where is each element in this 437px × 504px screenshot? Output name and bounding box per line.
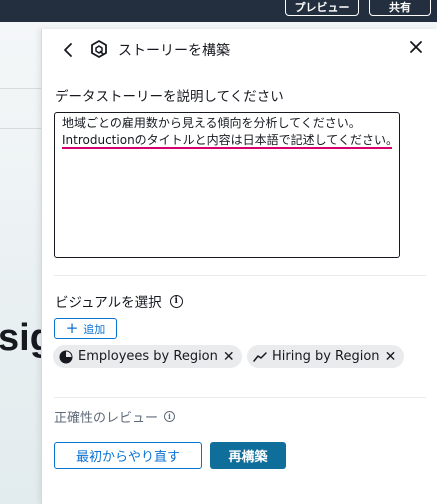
visual-chip-label: Employees by Region [78,349,218,364]
build-story-panel: ストーリーを構築 データストーリーを説明してください 地域ごとの雇用数から見える… [41,29,437,504]
remove-visual-icon[interactable]: ✕ [223,349,235,365]
top-bar: プレビュー 共有 [0,0,437,22]
add-visual-label: 追加 [83,322,106,336]
story-prompt-textarea[interactable]: 地域ごとの雇用数から見える傾向を分析してください。 Introductionのタ… [54,112,400,258]
panel-title: ストーリーを構築 [118,43,230,59]
remove-visual-icon[interactable]: ✕ [385,349,397,365]
close-button[interactable] [406,38,426,60]
visual-chip-label: Hiring by Region [272,349,380,364]
line-chart-icon [253,351,267,362]
section-divider [54,397,426,398]
review-label-text: 正確性のレビュー [54,411,159,426]
section-divider [54,275,426,276]
spellcheck-underline [62,147,392,149]
add-visual-button[interactable]: + 追加 [54,318,117,339]
close-icon [410,41,422,53]
background-divider [0,128,42,129]
review-label: 正確性のレビュー i [54,407,176,426]
panel-header: ストーリーを構築 [42,29,437,71]
plus-icon: + [65,319,79,337]
rebuild-button[interactable]: 再構築 [210,442,286,469]
visual-chip: Hiring by Region ✕ [247,345,404,368]
visuals-label: ビジュアルを選択 i [55,291,183,311]
restart-button[interactable]: 最初からやり直す [54,442,202,469]
preview-button[interactable]: プレビュー [285,0,359,16]
q-logo-icon [91,40,107,58]
prompt-line-1: 地域ごとの雇用数から見える傾向を分析してください。 [62,116,361,130]
back-button[interactable] [60,40,78,60]
visuals-label-text: ビジュアルを選択 [55,295,162,311]
pie-chart-icon [59,350,73,363]
share-button[interactable]: 共有 [369,0,431,16]
visual-chip: Employees by Region ✕ [53,345,242,368]
describe-label: データストーリーを説明してください [55,89,284,105]
chevron-left-icon [64,43,72,57]
info-icon[interactable]: i [164,411,176,422]
background-divider [0,88,42,89]
info-icon[interactable]: i [169,294,183,308]
